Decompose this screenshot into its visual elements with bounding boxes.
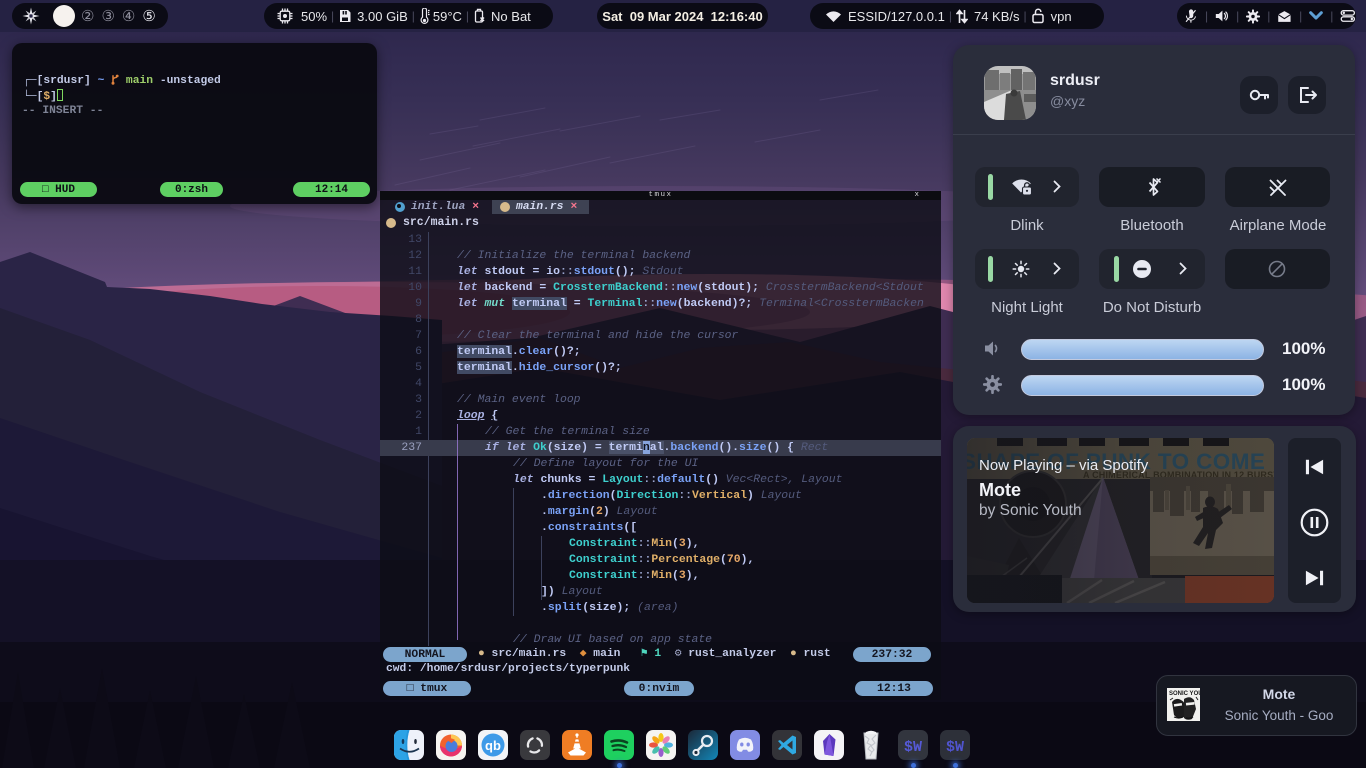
svg-text:$W: $W: [946, 739, 964, 756]
svg-text:$W: $W: [904, 739, 922, 756]
svg-text:qb: qb: [485, 738, 501, 753]
svg-text:SONIC YOUTH: SONIC YOUTH: [1169, 691, 1200, 697]
